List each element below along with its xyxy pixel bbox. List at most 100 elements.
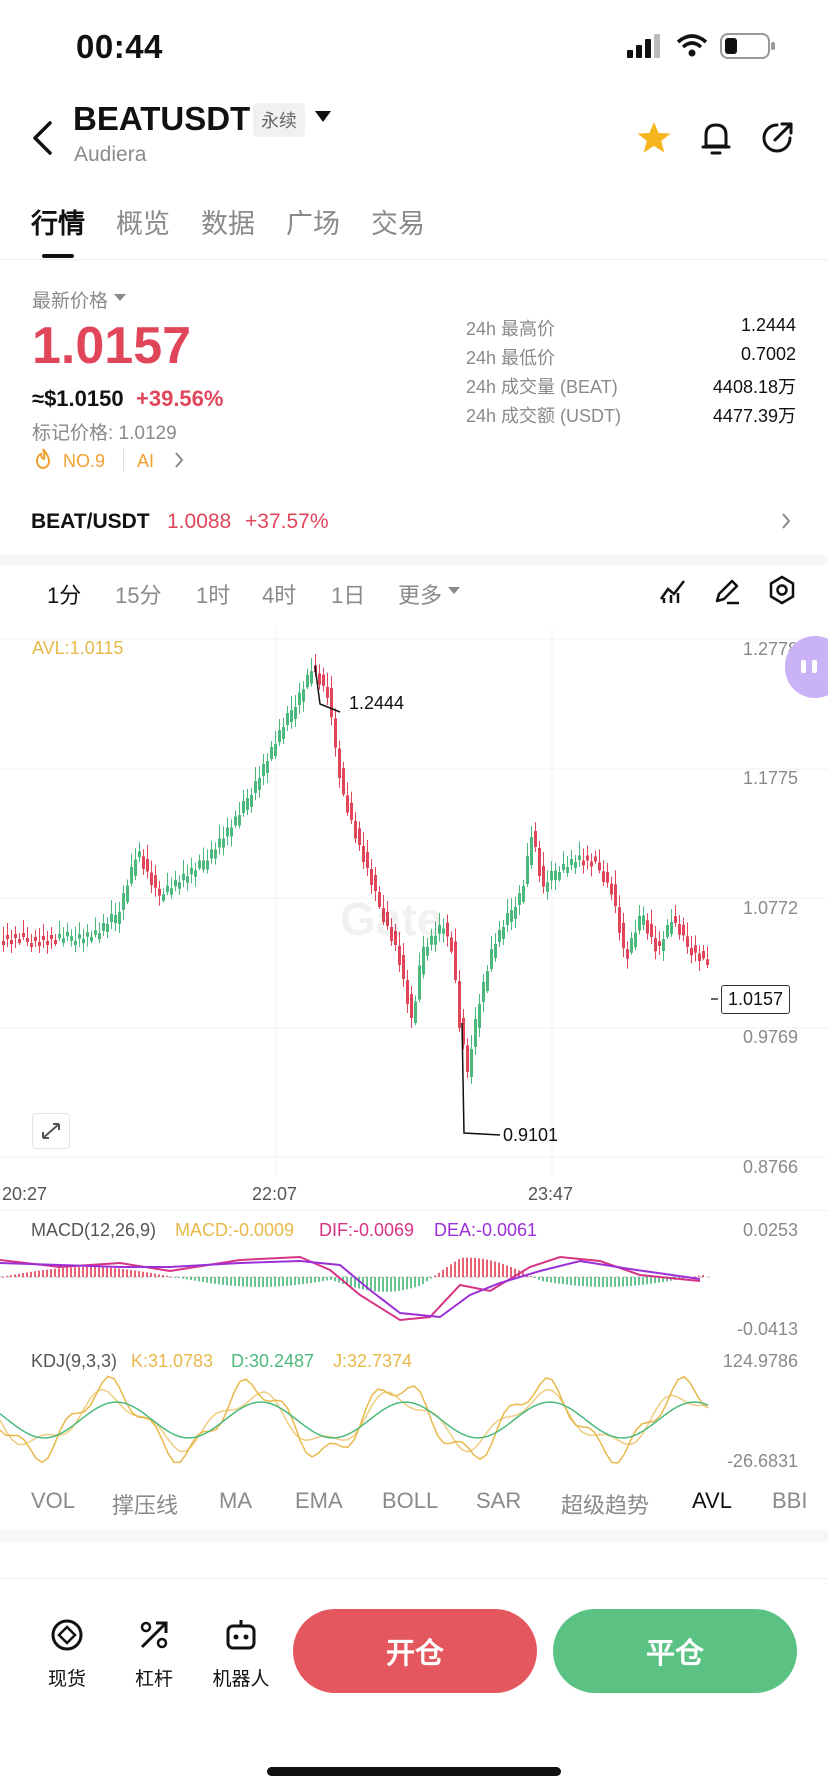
chevron-right-icon[interactable] — [174, 452, 184, 468]
close-position-button[interactable]: 平仓 — [553, 1609, 797, 1693]
candle-body — [506, 913, 509, 925]
favorite-star-icon[interactable] — [636, 121, 672, 155]
share-icon[interactable] — [760, 121, 794, 155]
candle-body — [118, 911, 121, 924]
indicator-bbi[interactable]: BBI — [772, 1488, 807, 1514]
indicator-icon[interactable] — [659, 577, 687, 605]
candle-body — [706, 959, 709, 965]
chart-settings-icon[interactable] — [767, 575, 797, 605]
candle-body — [286, 713, 289, 725]
indicator-sar[interactable]: SAR — [476, 1488, 521, 1514]
indicator-boll[interactable]: BOLL — [382, 1488, 438, 1514]
rank-badge[interactable]: NO.9 — [63, 451, 105, 472]
candle-body — [578, 855, 581, 860]
timeframe-1m[interactable]: 1分 — [47, 578, 81, 610]
candle-body — [198, 860, 201, 869]
macd-histogram-bar — [358, 1277, 360, 1289]
expand-icon — [42, 1123, 60, 1139]
macd-histogram-bar — [94, 1267, 96, 1277]
macd-histogram-bar — [26, 1272, 28, 1277]
timeframe-1h[interactable]: 1时 — [196, 578, 230, 610]
open-position-button[interactable]: 开仓 — [293, 1609, 537, 1693]
latest-price-label[interactable]: 最新价格 — [32, 286, 108, 313]
macd-histogram-bar — [634, 1277, 636, 1286]
macd-histogram-bar — [66, 1267, 68, 1277]
macd-histogram-bar — [254, 1277, 256, 1287]
candle-body — [282, 727, 285, 739]
macd-histogram-bar — [554, 1277, 556, 1284]
macd-histogram-bar — [458, 1259, 460, 1277]
robot-nav[interactable]: 机器人 — [211, 1617, 271, 1691]
macd-histogram-bar — [646, 1277, 648, 1285]
tab-overview[interactable]: 概览 — [116, 202, 170, 241]
tab-data[interactable]: 数据 — [201, 202, 255, 241]
macd-histogram-bar — [74, 1267, 76, 1277]
candle-body — [362, 846, 365, 862]
chevron-right-icon[interactable] — [781, 513, 791, 529]
macd-histogram-bar — [14, 1274, 16, 1277]
macd-histogram-bar — [578, 1277, 580, 1286]
candle-body — [126, 885, 129, 903]
candle-body — [406, 980, 409, 1004]
candle-body — [514, 907, 517, 919]
candle-body — [678, 924, 681, 935]
indicator-supertrend[interactable]: 超级趋势 — [561, 1488, 649, 1520]
price-change: +39.56% — [136, 386, 224, 411]
macd-histogram-bar — [194, 1277, 196, 1281]
timeframe-4h[interactable]: 4时 — [262, 578, 296, 610]
candle-body — [442, 928, 445, 934]
indicator-support-resistance[interactable]: 撑压线 — [112, 1488, 178, 1520]
candle-body — [482, 982, 485, 1002]
macd-histogram-bar — [258, 1277, 260, 1287]
spot-nav[interactable]: 现货 — [37, 1617, 97, 1691]
candle-body — [502, 927, 505, 939]
back-icon[interactable] — [30, 120, 54, 156]
macd-histogram-bar — [182, 1277, 184, 1279]
macd-histogram-bar — [550, 1277, 552, 1283]
symbol-dropdown-icon[interactable] — [315, 111, 331, 123]
candle-body — [450, 937, 453, 952]
stat-24h-low: 24h 最低价 0.7002 — [466, 344, 796, 368]
spot-nav-label: 现货 — [47, 1669, 86, 1690]
indicator-ma[interactable]: MA — [219, 1488, 252, 1514]
tab-trade[interactable]: 交易 — [371, 202, 425, 241]
tab-market[interactable]: 行情 — [31, 202, 85, 241]
macd-histogram-bar — [474, 1257, 476, 1277]
macd-value: MACD:-0.0009 — [175, 1220, 295, 1240]
candle-body — [94, 930, 97, 935]
macd-histogram-bar — [422, 1277, 424, 1285]
candle-body — [78, 934, 81, 939]
kdj-axis-bottom: -26.6831 — [726, 1451, 798, 1471]
macd-histogram-bar — [546, 1277, 548, 1282]
fullscreen-button[interactable] — [32, 1113, 70, 1149]
spot-pair[interactable]: BEAT/USDT — [31, 510, 150, 534]
indicator-ema[interactable]: EMA — [295, 1488, 343, 1514]
candle-body — [86, 932, 89, 937]
bell-icon[interactable] — [700, 120, 732, 156]
symbol-title[interactable]: BEATUSDT — [73, 100, 250, 138]
macd-histogram-bar — [286, 1277, 288, 1286]
candle-body — [142, 856, 145, 869]
ai-badge[interactable]: AI — [137, 451, 154, 472]
macd-histogram-bar — [614, 1277, 616, 1287]
robot-nav-label: 机器人 — [212, 1669, 270, 1690]
draw-pencil-icon[interactable] — [713, 577, 741, 605]
timeframe-more[interactable]: 更多 — [398, 578, 442, 610]
macd-histogram-bar — [698, 1275, 700, 1277]
leverage-nav[interactable]: 杠杆 — [124, 1617, 184, 1691]
macd-histogram-bar — [330, 1277, 332, 1280]
indicator-avl[interactable]: AVL — [692, 1488, 732, 1514]
indicator-vol[interactable]: VOL — [31, 1488, 75, 1514]
macd-histogram-bar — [370, 1277, 372, 1291]
current-price-tag: 1.0157 — [721, 985, 791, 1014]
tab-square[interactable]: 广场 — [286, 202, 340, 241]
candle-body — [698, 953, 701, 961]
stat-24h-high: 24h 最高价 1.2444 — [466, 315, 796, 339]
candle-body — [590, 861, 593, 867]
timeframe-15m[interactable]: 15分 — [115, 578, 161, 610]
candle-body — [666, 925, 669, 937]
macd-histogram-bar — [602, 1277, 604, 1287]
macd-histogram-bar — [326, 1277, 328, 1281]
candle-body — [350, 802, 353, 820]
timeframe-1d[interactable]: 1日 — [331, 578, 365, 610]
